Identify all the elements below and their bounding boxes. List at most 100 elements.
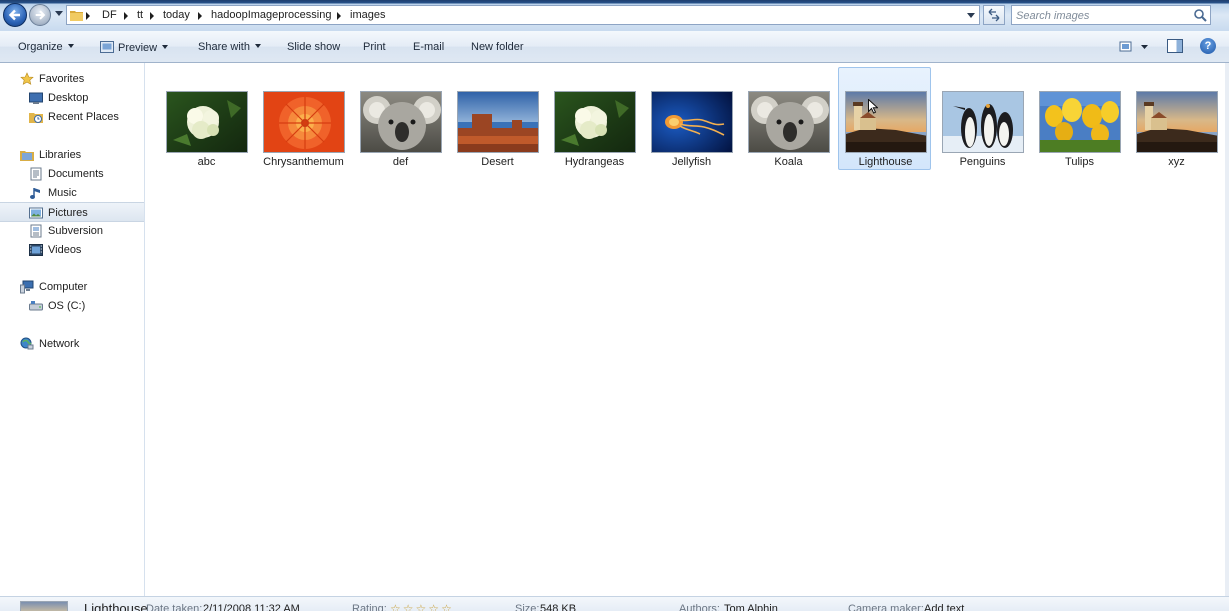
file-thumbnail[interactable]	[748, 91, 830, 153]
rating-star-icon[interactable]: ☆	[390, 602, 401, 611]
date-taken-value[interactable]: 2/11/2008 11:32 AM	[203, 603, 300, 611]
sidebar-item-libraries[interactable]: Libraries	[0, 146, 144, 164]
file-thumbnail[interactable]	[263, 91, 345, 153]
address-box[interactable]: DF tt today hadoopImageprocessing images	[66, 5, 980, 25]
chevron-down-icon	[67, 44, 74, 48]
file-thumbnail[interactable]	[1039, 91, 1121, 153]
rating-star-icon[interactable]: ☆	[403, 602, 414, 611]
sidebar-item-videos[interactable]: Videos	[0, 241, 144, 259]
breadcrumb-separator-icon[interactable]	[150, 12, 154, 20]
preview-pane-toggle-button[interactable]	[1167, 39, 1183, 53]
file-thumbnail[interactable]	[1136, 91, 1218, 153]
address-bar-area: DF tt today hadoopImageprocessing images	[0, 0, 1229, 31]
details-thumbnail	[20, 601, 68, 611]
view-icon	[1119, 41, 1148, 52]
file-item[interactable]: Penguins	[935, 87, 1028, 169]
address-history-dropdown[interactable]	[967, 13, 975, 18]
file-name[interactable]: Desert	[451, 156, 544, 168]
file-thumbnail[interactable]	[360, 91, 442, 153]
refresh-icon	[988, 8, 1000, 22]
sidebar-item-favorites[interactable]: Favorites	[0, 70, 144, 88]
sidebar-item-desktop[interactable]: Desktop	[0, 89, 144, 107]
recent-pages-dropdown[interactable]	[55, 11, 63, 16]
file-item[interactable]: Hydrangeas	[547, 87, 640, 169]
file-item[interactable]: def	[353, 87, 446, 169]
camera-maker-label: Camera maker:	[848, 603, 924, 611]
search-box[interactable]	[1011, 5, 1211, 25]
print-button[interactable]: Print	[363, 41, 386, 53]
forward-button[interactable]	[29, 4, 51, 26]
organize-button[interactable]: Organize	[18, 41, 74, 53]
file-name[interactable]: def	[354, 156, 447, 168]
file-name[interactable]: Tulips	[1033, 156, 1126, 168]
file-item[interactable]: Chrysanthemum	[256, 87, 349, 169]
breadcrumb-separator-icon[interactable]	[86, 12, 90, 20]
file-thumbnail[interactable]	[554, 91, 636, 153]
file-name[interactable]: Jellyfish	[645, 156, 738, 168]
share-with-button[interactable]: Share with	[198, 41, 261, 53]
authors-value[interactable]: Tom Alphin	[724, 603, 778, 611]
file-item[interactable]: Tulips	[1032, 87, 1125, 169]
vertical-scrollbar[interactable]	[1225, 63, 1229, 596]
breadcrumb-tt[interactable]: tt	[137, 9, 143, 21]
preview-button[interactable]: Preview	[100, 41, 169, 54]
sidebar-item-subversion[interactable]: Subversion	[0, 222, 144, 240]
file-view[interactable]: abc Chrysanthemum def Desert Hydrangeas Jelly…	[146, 63, 1229, 596]
breadcrumb-hadoopimageprocessing[interactable]: hadoopImageprocessing	[211, 9, 331, 21]
file-name[interactable]: Lighthouse	[839, 156, 932, 168]
slide-show-button[interactable]: Slide show	[287, 41, 340, 53]
file-name[interactable]: abc	[160, 156, 253, 168]
organize-label: Organize	[18, 41, 63, 53]
sidebar-item-recent-places[interactable]: Recent Places	[0, 108, 144, 126]
sidebar-item-label: Documents	[48, 168, 104, 180]
file-item[interactable]: abc	[159, 87, 252, 169]
file-thumbnail[interactable]	[651, 91, 733, 153]
file-item[interactable]: Desert	[450, 87, 543, 169]
breadcrumb-today[interactable]: today	[163, 9, 190, 21]
rating-star-icon[interactable]: ☆	[428, 602, 439, 611]
file-name[interactable]: Penguins	[936, 156, 1029, 168]
size-value: 548 KB	[540, 603, 577, 611]
new-folder-button[interactable]: New folder	[471, 41, 524, 53]
navigation-pane: Favorites Desktop Recent Places Librarie…	[0, 63, 145, 596]
breadcrumb-df[interactable]: DF	[102, 9, 117, 21]
breadcrumb-separator-icon[interactable]	[337, 12, 341, 20]
sidebar-item-network[interactable]: Network	[0, 335, 144, 353]
rating-star-icon[interactable]: ☆	[416, 602, 427, 611]
sidebar-item-music[interactable]: Music	[0, 184, 144, 202]
back-button[interactable]	[3, 3, 27, 27]
rating-star-icon[interactable]: ☆	[441, 602, 452, 611]
breadcrumb-separator-icon[interactable]	[198, 12, 202, 20]
search-input[interactable]	[1016, 8, 1196, 23]
file-name[interactable]: Hydrangeas	[548, 156, 641, 168]
breadcrumb-images[interactable]: images	[350, 9, 385, 21]
file-thumbnail[interactable]	[457, 91, 539, 153]
file-name[interactable]: Koala	[742, 156, 835, 168]
file-item[interactable]: xyz	[1129, 87, 1222, 169]
videos-icon	[29, 244, 43, 256]
file-thumbnail[interactable]	[166, 91, 248, 153]
file-item[interactable]: Koala	[741, 87, 834, 169]
rating-stars[interactable]: ☆ ☆ ☆ ☆ ☆	[390, 602, 454, 611]
file-item[interactable]: Lighthouse	[838, 67, 931, 170]
email-button[interactable]: E-mail	[413, 41, 444, 53]
file-item[interactable]: Jellyfish	[644, 87, 737, 169]
camera-maker-value[interactable]: Add text	[924, 603, 964, 611]
file-name[interactable]: xyz	[1130, 156, 1223, 168]
preview-label: Preview	[118, 42, 158, 54]
sidebar-item-documents[interactable]: Documents	[0, 165, 144, 183]
mouse-cursor-icon	[868, 99, 878, 114]
help-icon[interactable]: ?	[1200, 38, 1216, 54]
file-name[interactable]: Chrysanthemum	[257, 156, 350, 168]
sidebar-item-computer[interactable]: Computer	[0, 278, 144, 296]
breadcrumb-separator-icon[interactable]	[124, 12, 128, 20]
preview-icon	[100, 41, 114, 53]
change-view-button[interactable]	[1119, 40, 1149, 54]
sidebar-item-label: Recent Places	[48, 111, 119, 123]
sidebar-item-pictures[interactable]: Pictures	[0, 202, 144, 222]
refresh-button[interactable]	[983, 5, 1005, 25]
sidebar-item-os-c[interactable]: OS (C:)	[0, 297, 144, 315]
file-thumbnail[interactable]	[942, 91, 1024, 153]
search-icon[interactable]	[1193, 8, 1207, 22]
file-thumbnail[interactable]	[845, 91, 927, 153]
